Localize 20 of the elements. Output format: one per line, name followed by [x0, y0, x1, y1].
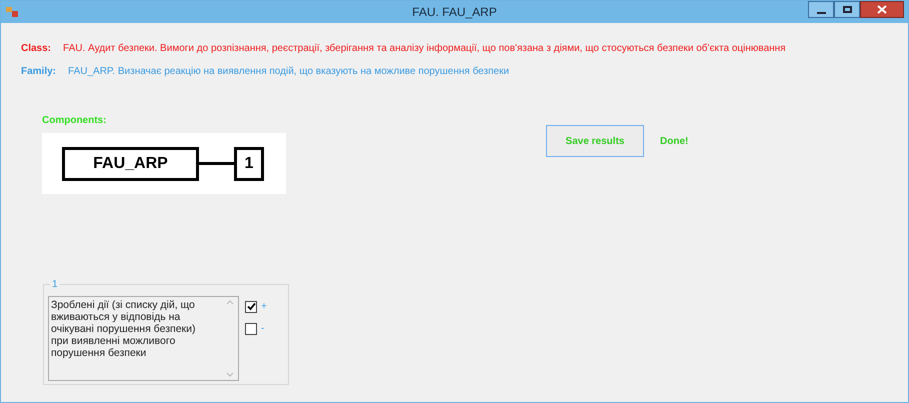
maximize-button[interactable] [834, 1, 860, 18]
component-node: FAU_ARP [62, 146, 199, 180]
description-textarea[interactable]: Зроблені дії (зі списку дій, що вживаються у відповідь на очікувані порушення безпеки) при виявленні можливого порушення безпеки [48, 296, 239, 381]
close-icon [877, 5, 887, 14]
checkbox[interactable] [245, 300, 257, 312]
minimize-button[interactable] [808, 1, 834, 18]
family-label: Family: [21, 65, 56, 79]
checkbox-label: - [261, 322, 264, 336]
checkbox[interactable] [245, 322, 257, 334]
class-description: FAU. Аудит безпеки. Вимоги до розпізнання, реєстрації, зберігання та аналізу інформації, що пов'язана з діями, що стосуються безпеки об'єкта оцінювання [63, 42, 786, 56]
class-label: Class: [21, 42, 52, 56]
count-node: 1 [234, 146, 264, 180]
family-description: FAU_ARP. Визначає реакцію на виявлення подій, що вказують на можливе порушення безпеки [68, 65, 510, 79]
app-icon [5, 6, 19, 18]
close-button[interactable] [860, 1, 904, 18]
components-label: Components: [42, 114, 108, 128]
checkbox-label: + [261, 300, 267, 314]
window-title: FAU. FAU_ARP [412, 4, 497, 21]
connector-line [199, 162, 234, 165]
status-text: Done! [660, 134, 688, 148]
